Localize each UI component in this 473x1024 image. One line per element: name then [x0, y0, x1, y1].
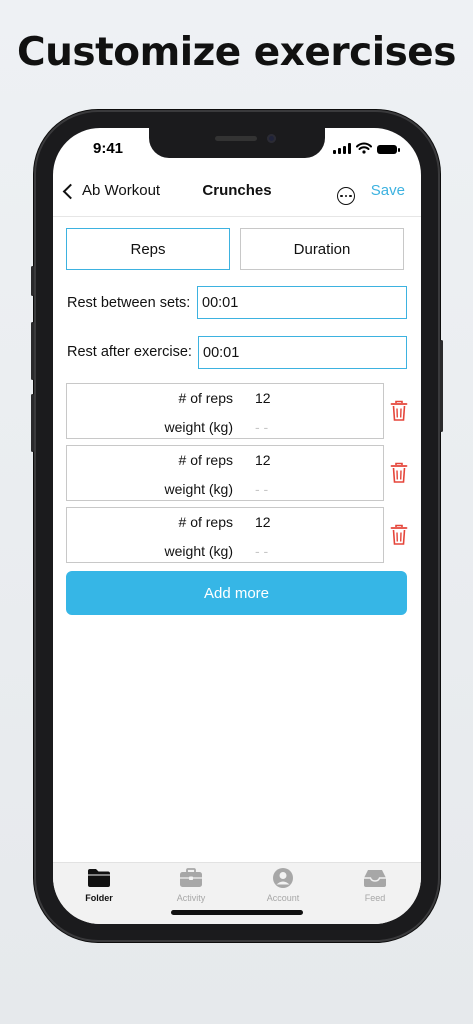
weight-label: weight (kg) [164, 419, 233, 435]
trash-icon[interactable] [390, 400, 408, 422]
headline: Customize exercises [17, 30, 456, 75]
segment-duration[interactable]: Duration [240, 228, 404, 270]
battery-icon [377, 145, 400, 154]
reps-label: # of reps [178, 514, 233, 530]
rest-between-sets-label: Rest between sets: [67, 295, 191, 311]
phone-frame: 9:41 Ab Workout Crunches Save Reps Durat… [31, 110, 443, 942]
trash-icon[interactable] [390, 524, 408, 546]
weight-input[interactable]: - - [255, 419, 268, 435]
save-button[interactable]: Save [371, 182, 405, 199]
account-icon [273, 868, 293, 888]
camera [267, 134, 276, 143]
tab-label: Feed [364, 893, 386, 903]
reps-label: # of reps [178, 452, 233, 468]
cellular-signal-icon [333, 143, 351, 154]
status-time: 9:41 [93, 140, 124, 157]
set-row: # of reps 12 weight (kg) - - [66, 445, 384, 501]
weight-label: weight (kg) [164, 543, 233, 559]
trash-icon[interactable] [390, 462, 408, 484]
speaker [215, 136, 257, 141]
tab-label: Folder [85, 893, 113, 903]
inbox-icon [364, 870, 386, 887]
wifi-icon [356, 142, 372, 154]
tab-activity[interactable]: Activity [145, 867, 237, 911]
folder-icon [88, 869, 110, 887]
power-button [440, 340, 443, 432]
reps-value[interactable]: 12 [255, 514, 271, 530]
tab-account[interactable]: Account [237, 867, 329, 911]
rest-between-sets-input[interactable] [197, 286, 407, 319]
silent-switch [31, 266, 34, 296]
back-button[interactable]: Ab Workout [62, 182, 161, 199]
more-options-icon[interactable] [337, 187, 355, 205]
volume-down-button [31, 394, 34, 452]
chevron-left-icon [62, 183, 79, 199]
weight-label: weight (kg) [164, 481, 233, 497]
reps-value[interactable]: 12 [255, 452, 271, 468]
reps-label: # of reps [178, 390, 233, 406]
segment-reps[interactable]: Reps [66, 228, 230, 270]
reps-value[interactable]: 12 [255, 390, 271, 406]
weight-input[interactable]: - - [255, 543, 268, 559]
set-row: # of reps 12 weight (kg) - - [66, 383, 384, 439]
home-indicator [171, 910, 303, 915]
tab-feed[interactable]: Feed [329, 867, 421, 911]
tab-label: Account [266, 893, 300, 903]
volume-up-button [31, 322, 34, 380]
rest-after-exercise-label: Rest after exercise: [67, 344, 192, 360]
notch [149, 128, 325, 158]
back-label: Ab Workout [82, 182, 161, 199]
set-row: # of reps 12 weight (kg) - - [66, 507, 384, 563]
status-icons [333, 142, 400, 154]
rest-after-exercise-input[interactable] [198, 336, 407, 369]
app-screen: 9:41 Ab Workout Crunches Save Reps Durat… [53, 128, 421, 924]
weight-input[interactable]: - - [255, 481, 268, 497]
add-more-button[interactable]: Add more [66, 571, 407, 615]
briefcase-icon [180, 868, 202, 887]
navigation-bar: Ab Workout Crunches Save [53, 168, 421, 217]
tab-folder[interactable]: Folder [53, 867, 145, 911]
tab-label: Activity [176, 893, 206, 903]
